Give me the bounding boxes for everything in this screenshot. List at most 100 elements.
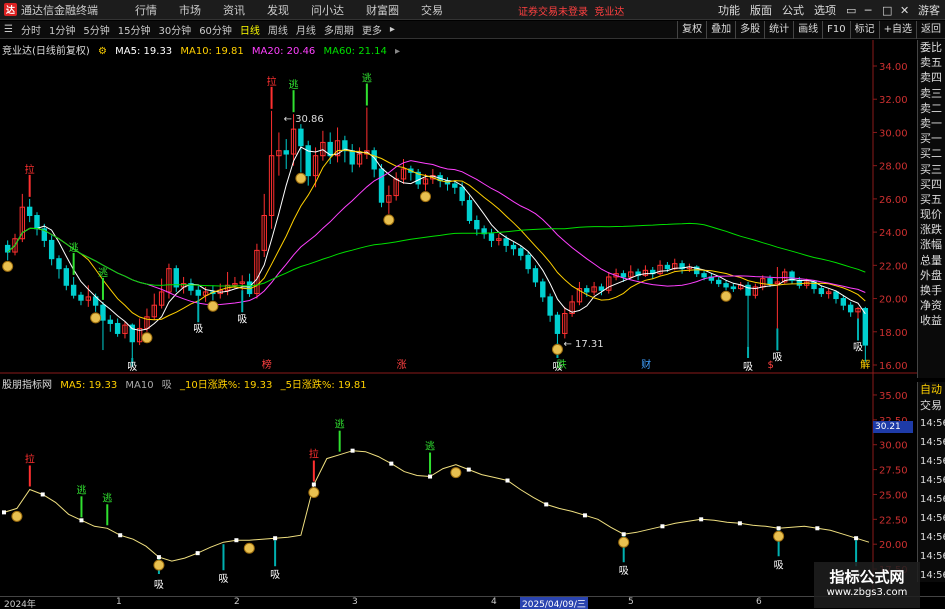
period-multi[interactable]: 多周期 bbox=[320, 22, 358, 37]
settings-icon[interactable]: ⚙ bbox=[98, 46, 107, 57]
period-1min[interactable]: 1分钟 bbox=[45, 22, 79, 37]
candle-body bbox=[840, 298, 847, 306]
order-book-row: 卖二 bbox=[920, 101, 942, 115]
candle-body bbox=[518, 248, 524, 256]
y-tick-label: 22.00 bbox=[879, 261, 908, 272]
candle-body bbox=[525, 254, 531, 270]
period-daily[interactable]: 日线 bbox=[236, 22, 264, 37]
menu-trade[interactable]: 交易 bbox=[410, 2, 454, 18]
menu-market-quotes[interactable]: 行情 bbox=[124, 2, 168, 18]
stock-name-link[interactable]: 竞业达 bbox=[594, 7, 624, 18]
order-book-row: 买四 bbox=[920, 177, 942, 191]
y-tick-label: 18.00 bbox=[879, 328, 908, 339]
money-bag-icon bbox=[420, 191, 432, 203]
candle-body bbox=[532, 268, 539, 283]
minimize-icon[interactable]: ─ bbox=[859, 4, 877, 17]
menu-function[interactable]: 功能 bbox=[713, 2, 745, 18]
time-list: 14:56 14:56 14:56 14:56 14:56 14:56 14:56 14:56… bbox=[918, 414, 945, 585]
y-tick-label: 32.00 bbox=[879, 95, 908, 106]
y-tick-label: 26.00 bbox=[879, 195, 908, 206]
adjust-button[interactable]: 复权 bbox=[677, 21, 706, 39]
candle-body bbox=[56, 258, 62, 270]
period-more[interactable]: 更多 bbox=[358, 22, 386, 37]
toolbar-menu-icon[interactable]: ☰ bbox=[0, 24, 17, 35]
time-row: 14:56 bbox=[920, 570, 945, 581]
close-icon[interactable]: ✕ bbox=[895, 4, 913, 17]
order-book-row: 现价 bbox=[920, 208, 942, 222]
overlay-button[interactable]: 叠加 bbox=[706, 21, 735, 39]
order-book-row: 买二 bbox=[920, 147, 942, 161]
trade-label[interactable]: 交易 bbox=[918, 398, 945, 414]
y-tick-label: 34.00 bbox=[879, 62, 908, 73]
menu-market[interactable]: 市场 bbox=[168, 2, 212, 18]
sub-absorb-label: 吸 bbox=[161, 380, 172, 391]
more-dropdown-icon[interactable]: ▸ bbox=[386, 24, 399, 35]
period-monthly[interactable]: 月线 bbox=[292, 22, 320, 37]
candlestick-chart[interactable]: 34.00 32.00 30.00 28.00 26.00 24.00 22.00 20.00… bbox=[0, 40, 917, 374]
candle-body bbox=[100, 304, 106, 321]
indicator-chart[interactable]: 35.0032.5030.0027.5025.0022.5020.0017.50… bbox=[0, 374, 917, 596]
menu-news[interactable]: 资讯 bbox=[212, 2, 256, 18]
menu-ask[interactable]: 问小达 bbox=[300, 2, 355, 18]
period-30min[interactable]: 30分钟 bbox=[154, 22, 195, 37]
sub-10d-change-label: _10日涨跌%: 19.33 bbox=[179, 380, 273, 391]
candle-body bbox=[862, 308, 869, 346]
legend-more-icon[interactable]: ▸ bbox=[395, 46, 400, 57]
stats-button[interactable]: 统计 bbox=[764, 21, 793, 39]
indicator-line bbox=[3, 450, 870, 562]
order-book-row: 涨幅 bbox=[920, 238, 942, 252]
period-15min[interactable]: 15分钟 bbox=[114, 22, 155, 37]
sub-money-bag-icon bbox=[450, 467, 462, 479]
order-book-row: 委比 bbox=[920, 41, 942, 54]
ma20-line bbox=[7, 160, 866, 306]
guest-user[interactable]: 游客 bbox=[913, 2, 945, 18]
candle-body bbox=[510, 244, 517, 250]
date-label-jan: 1 bbox=[116, 597, 122, 607]
back-button[interactable]: 返回 bbox=[916, 21, 945, 39]
order-book-row: 卖三 bbox=[920, 86, 942, 100]
indicator-point bbox=[118, 533, 123, 538]
period-intraday[interactable]: 分时 bbox=[17, 22, 45, 37]
auto-label[interactable]: 自动 bbox=[918, 382, 945, 398]
order-book-row: 买三 bbox=[920, 162, 942, 176]
candle-body bbox=[847, 304, 854, 313]
date-label-apr: 4 bbox=[491, 597, 497, 607]
indicator-point bbox=[854, 536, 859, 541]
maximize-icon[interactable]: □ bbox=[877, 4, 895, 17]
restore-layout-icon[interactable]: ▭ bbox=[841, 4, 859, 17]
draw-button[interactable]: 画线 bbox=[793, 21, 822, 39]
date-label-may: 5 bbox=[628, 597, 634, 607]
event-label: 涨 bbox=[397, 359, 407, 371]
indicator-point bbox=[544, 502, 549, 507]
money-bag-icon bbox=[207, 300, 219, 312]
watermark-url: www.zbgs3.com bbox=[826, 587, 908, 598]
menu-formula[interactable]: 公式 bbox=[777, 2, 809, 18]
multi-stock-button[interactable]: 多股 bbox=[735, 21, 764, 39]
f10-button[interactable]: F10 bbox=[822, 21, 849, 39]
candle-body bbox=[298, 128, 304, 147]
candle-body bbox=[283, 150, 289, 155]
date-label-mar: 3 bbox=[352, 597, 358, 607]
auto-trade-panel: 自动 交易 14:5614:5614:5614:5614:5614:5614:5… bbox=[917, 382, 945, 582]
period-60min[interactable]: 60分钟 bbox=[195, 22, 236, 37]
money-bag-icon bbox=[2, 260, 14, 272]
indicator-point bbox=[737, 521, 742, 526]
menu-options[interactable]: 选项 bbox=[809, 2, 841, 18]
add-watchlist-button[interactable]: +自选 bbox=[878, 21, 916, 39]
menu-discover[interactable]: 发现 bbox=[256, 2, 300, 18]
login-warning[interactable]: 证券交易未登录 竞业达 bbox=[518, 3, 624, 18]
mark-button[interactable]: 标记 bbox=[849, 21, 879, 39]
event-label: 榜 bbox=[262, 358, 272, 371]
indicator-point bbox=[156, 555, 161, 560]
candle-body bbox=[452, 183, 458, 188]
menu-layout[interactable]: 版面 bbox=[745, 2, 777, 18]
time-row: 14:56 bbox=[920, 418, 945, 429]
period-weekly[interactable]: 周线 bbox=[264, 22, 292, 37]
sub-money-bag-icon bbox=[153, 559, 165, 571]
indicator-point bbox=[389, 461, 394, 466]
menu-wealth-circle[interactable]: 财富圈 bbox=[355, 2, 410, 18]
period-5min[interactable]: 5分钟 bbox=[79, 22, 113, 37]
signal-marker: 逃 bbox=[362, 72, 372, 85]
y-tick-label: 30.00 bbox=[879, 128, 908, 139]
ma10-label: MA10: 19.81 bbox=[180, 46, 244, 57]
